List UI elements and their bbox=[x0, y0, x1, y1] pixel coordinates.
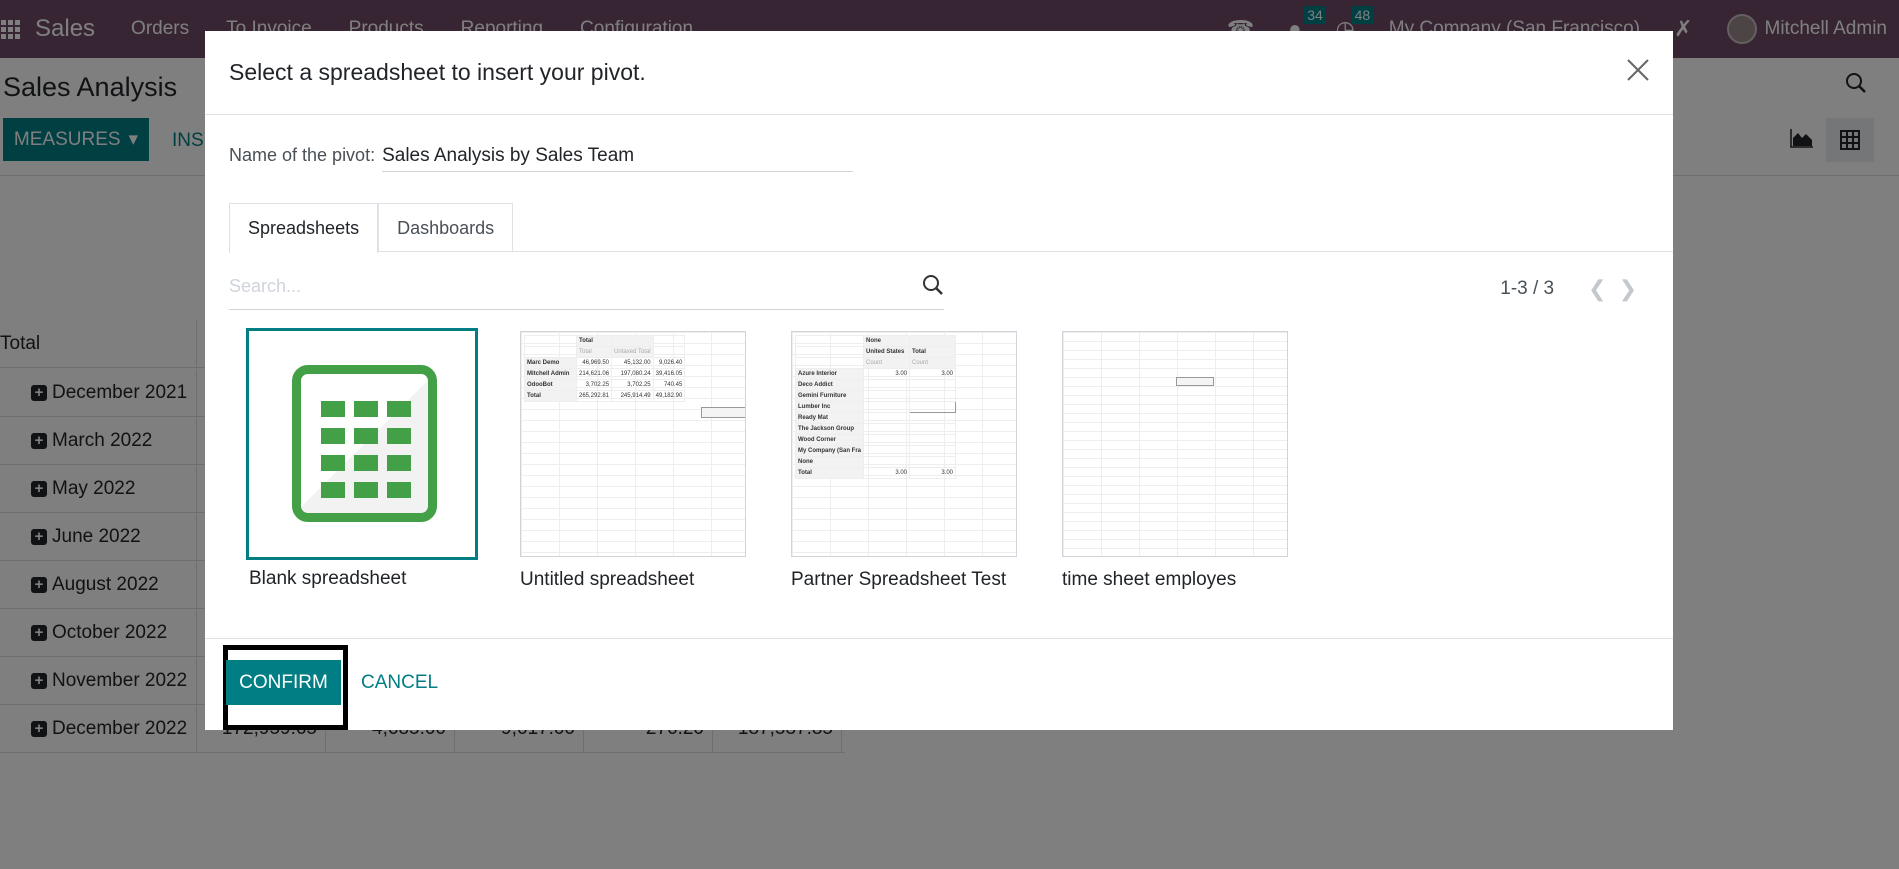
search-row bbox=[229, 266, 944, 310]
spreadsheet-icon bbox=[292, 365, 437, 522]
thumbnail-table: Total Total Untaxed Total Marc Demo 46,969… bbox=[524, 335, 686, 402]
cancel-button[interactable]: CANCEL bbox=[361, 672, 438, 694]
modal-header: Select a spreadsheet to insert your pivo… bbox=[205, 31, 1673, 115]
search-icon[interactable] bbox=[922, 274, 944, 301]
spreadsheet-card-blank[interactable]: Blank spreadsheet bbox=[246, 328, 483, 591]
pager: 1-3 / 3 ❮ ❯ bbox=[1500, 276, 1637, 302]
search-input[interactable] bbox=[229, 266, 899, 306]
spreadsheet-grid: Blank spreadsheet Total Total Untaxed Tot… bbox=[246, 328, 1296, 591]
pivot-name-row: Name of the pivot: bbox=[229, 143, 854, 172]
thumbnail-table: None United States Total Count Count Azure… bbox=[794, 335, 957, 479]
spreadsheet-thumbnail: None United States Total Count Count Azure… bbox=[791, 331, 1017, 557]
card-label: Blank spreadsheet bbox=[249, 568, 407, 589]
selected-cell bbox=[701, 407, 745, 418]
tab-dashboards[interactable]: Dashboards bbox=[378, 203, 514, 252]
card-label: Untitled spreadsheet bbox=[520, 569, 695, 590]
pivot-name-input[interactable] bbox=[382, 143, 854, 172]
close-icon[interactable] bbox=[1625, 57, 1651, 83]
card-label: time sheet employes bbox=[1062, 569, 1237, 590]
tabs: Spreadsheets Dashboards bbox=[229, 203, 1673, 253]
spreadsheet-card-time-sheet[interactable]: time sheet employes bbox=[1062, 331, 1296, 591]
pager-next-icon[interactable]: ❯ bbox=[1619, 276, 1637, 302]
tab-spreadsheets[interactable]: Spreadsheets bbox=[229, 203, 379, 253]
spreadsheet-card-partner[interactable]: None United States Total Count Count Azure… bbox=[791, 331, 1025, 591]
spreadsheet-card-untitled[interactable]: Total Total Untaxed Total Marc Demo 46,969… bbox=[520, 331, 754, 591]
select-spreadsheet-dialog: Select a spreadsheet to insert your pivo… bbox=[205, 31, 1673, 730]
modal-footer: CONFIRM CANCEL bbox=[205, 638, 1673, 730]
confirm-button[interactable]: CONFIRM bbox=[226, 660, 341, 705]
pivot-name-label: Name of the pivot: bbox=[229, 145, 376, 165]
spreadsheet-thumbnail bbox=[246, 328, 478, 560]
card-label: Partner Spreadsheet Test bbox=[791, 569, 1007, 590]
spreadsheet-thumbnail bbox=[1062, 331, 1288, 557]
spreadsheet-thumbnail: Total Total Untaxed Total Marc Demo 46,969… bbox=[520, 331, 746, 557]
selected-cell bbox=[1176, 377, 1214, 386]
modal-title: Select a spreadsheet to insert your pivo… bbox=[229, 59, 646, 85]
pager-value: 1-3 / 3 bbox=[1500, 278, 1555, 299]
pager-previous-icon[interactable]: ❮ bbox=[1588, 276, 1606, 302]
